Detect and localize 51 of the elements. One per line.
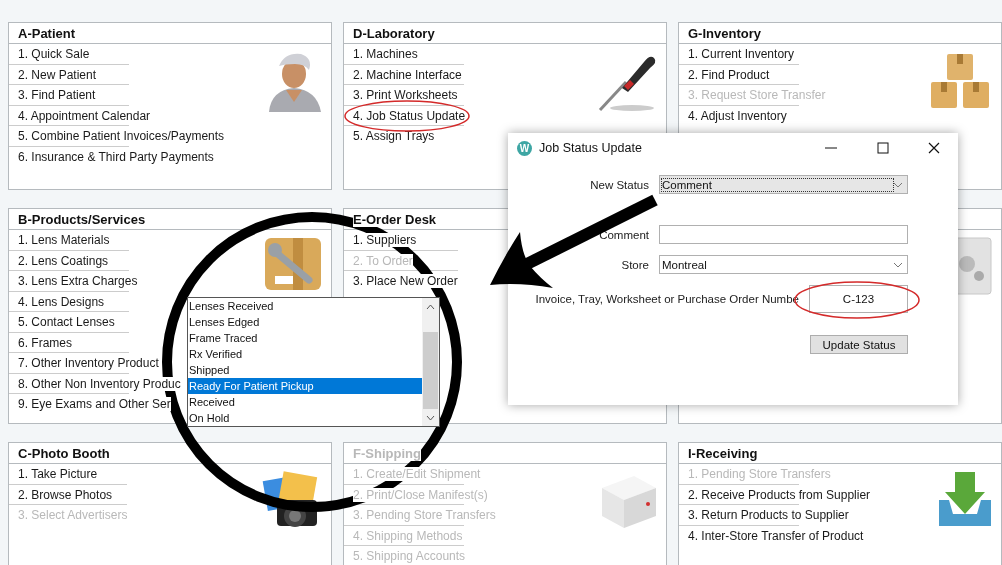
menu-item[interactable]: 2. Browse Photos [18, 487, 113, 502]
field-label: Store [621, 258, 649, 271]
menu-item[interactable]: 5. Combine Patient Invoices/Payments [18, 129, 225, 144]
dropdown-option[interactable]: Rx Verified [188, 346, 422, 362]
menu-item[interactable]: 4. Lens Designs [18, 294, 105, 309]
chevron-down-icon [893, 181, 903, 188]
dropdown-option[interactable]: Shipped [188, 362, 422, 378]
menu-item[interactable]: 7. Other Inventory Product [18, 356, 159, 371]
select-field[interactable]: Montreal [659, 255, 908, 274]
menu-item[interactable]: 3. Return Products to Supplier [688, 508, 849, 523]
download-tray-icon [937, 470, 993, 528]
menu-item[interactable]: 2. New Patient [18, 67, 97, 82]
menu-item[interactable]: 2. Find Product [688, 67, 770, 82]
menu-item[interactable]: 6. Frames [18, 335, 72, 350]
dropdown-option[interactable]: On Hold [188, 410, 422, 426]
menu-item[interactable]: 5. Assign Trays [353, 129, 435, 144]
app-logo: W [517, 140, 532, 156]
menu-item[interactable]: 8. Other Non Inventory Produc [18, 376, 181, 391]
menu-item[interactable]: 4. Job Status Update [353, 108, 466, 123]
maximize-icon[interactable] [877, 142, 889, 154]
menu-item[interactable]: 2. Receive Products from Supplier [688, 487, 871, 502]
input-field[interactable]: C-123 [809, 285, 908, 313]
menu-item[interactable]: 4. Adjust Inventory [688, 108, 787, 123]
scrollbar[interactable] [422, 298, 439, 426]
scroll-down-icon [426, 415, 435, 421]
menu-item[interactable]: 4. Inter-Store Transfer of Product [688, 528, 864, 543]
chevron-down-icon [893, 261, 903, 268]
menu-item[interactable]: 6. Insurance & Third Party Payments [18, 149, 214, 164]
wrench-box-icon [263, 236, 323, 292]
menu-item[interactable]: 1. Suppliers [353, 233, 417, 248]
menu-item[interactable]: 1. Current Inventory [688, 47, 795, 62]
select-field[interactable]: Comment [659, 175, 908, 194]
menu-item[interactable]: 4. Appointment Calendar [18, 108, 151, 123]
dropdown-option[interactable]: Frame Traced [188, 330, 422, 346]
menu-item[interactable]: 3. Lens Extra Charges [18, 274, 138, 289]
window-title: Job Status Update [539, 141, 643, 155]
scroll-up-icon [426, 304, 435, 310]
field-label: New Status [590, 178, 649, 191]
update-status-button[interactable]: Update Status [810, 335, 908, 354]
menu-item[interactable]: 2. Lens Coatings [18, 253, 109, 268]
dropdown-option[interactable]: Lenses Edged [188, 314, 422, 330]
input-field[interactable] [659, 225, 908, 244]
dropdown-option[interactable]: Lenses Received [188, 298, 422, 314]
dropdown-option[interactable]: Received [188, 394, 422, 410]
menu-item[interactable]: 9. Eye Exams and Other Ser [18, 397, 171, 412]
dropdown-option[interactable]: Ready For Patient Pickup [188, 378, 422, 394]
menu-item[interactable]: 2. Machine Interface [353, 67, 462, 82]
menu-item[interactable]: 1. Quick Sale [18, 47, 90, 62]
menu-item[interactable]: 3. Place New Order [353, 274, 458, 289]
field-label: Comment [599, 228, 649, 241]
close-icon[interactable] [928, 142, 940, 154]
